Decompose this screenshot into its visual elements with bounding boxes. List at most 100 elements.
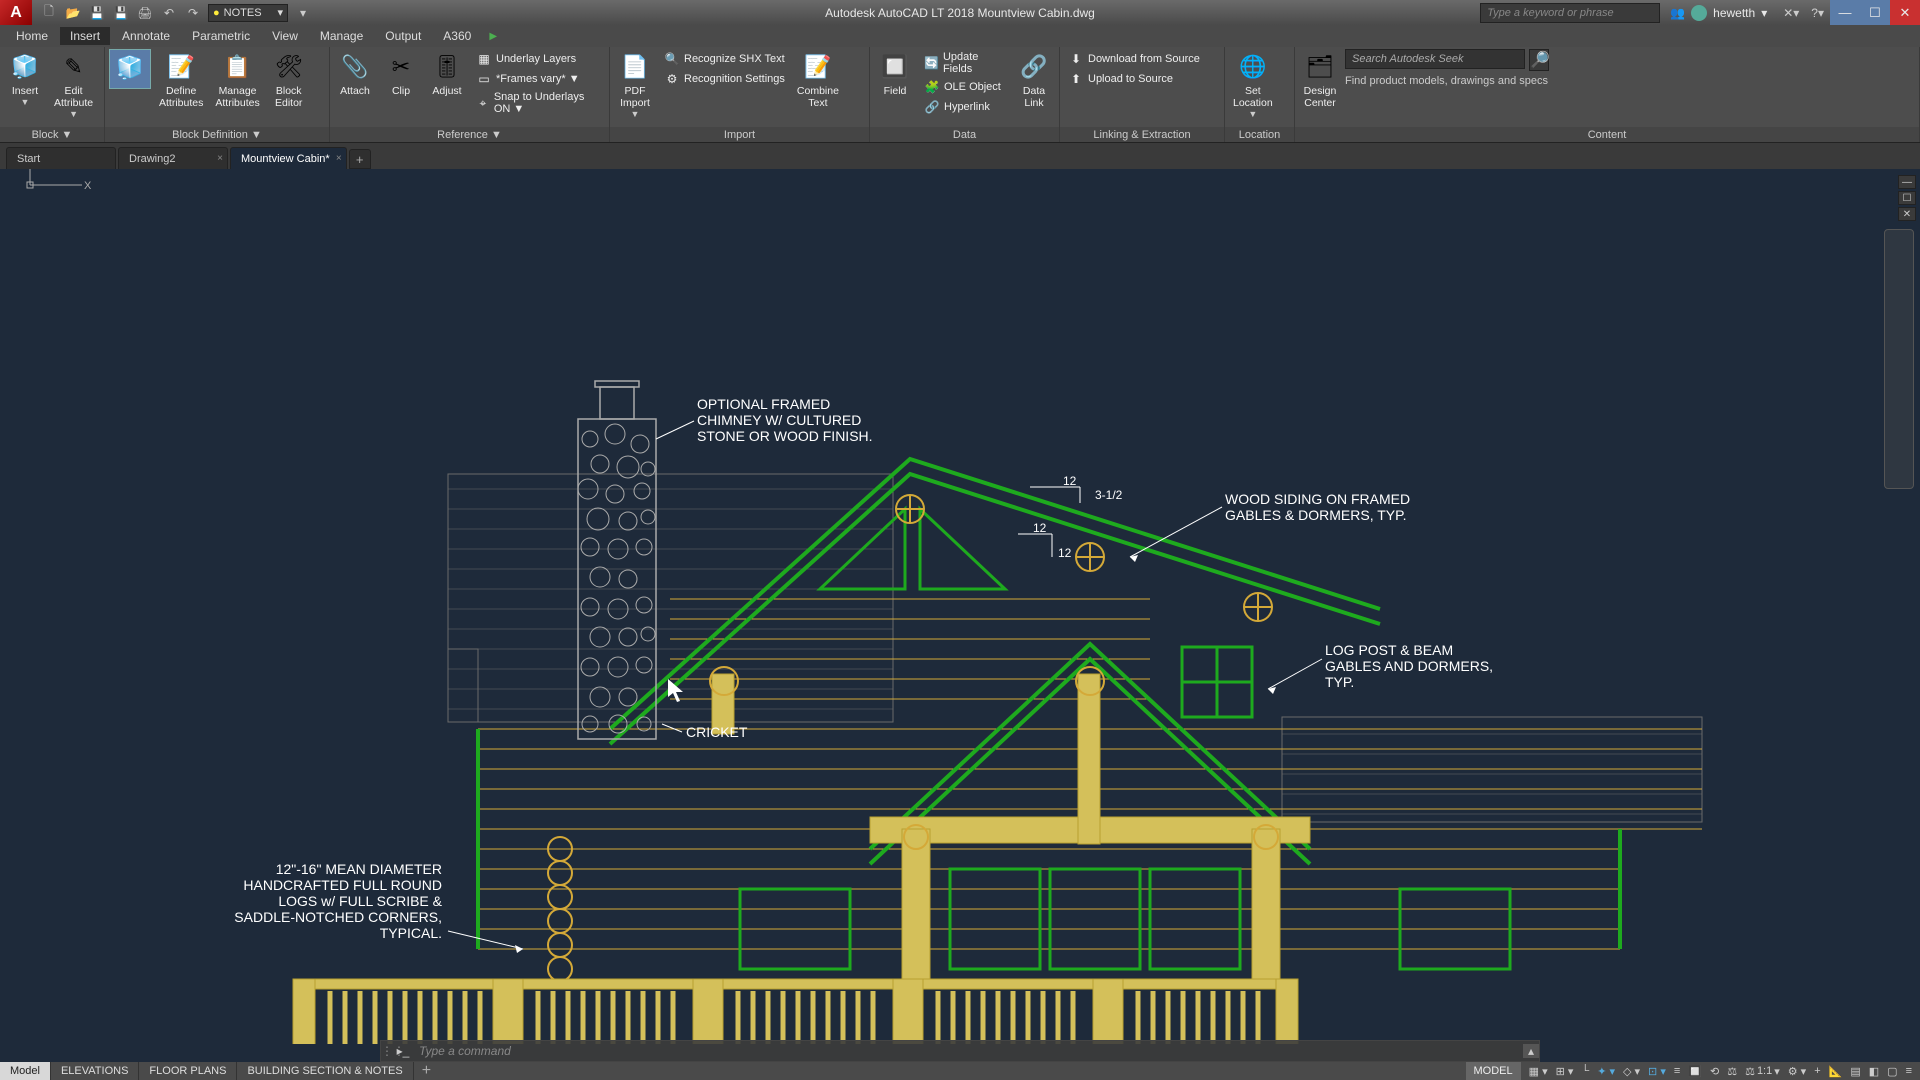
- update-fields-button[interactable]: 🔄Update Fields: [920, 49, 1009, 77]
- viewport-close-icon[interactable]: ✕: [1898, 207, 1916, 221]
- grid-icon[interactable]: ▦ ▾: [1529, 1065, 1548, 1078]
- edit-attribute-button[interactable]: ✎Edit Attribute▼: [50, 49, 97, 121]
- hyperlink-button[interactable]: 🔗Hyperlink: [920, 97, 1009, 117]
- cmd-handle-icon[interactable]: ⋮⋮: [381, 1044, 393, 1058]
- title-bar: A 🗋 📂 💾 💾 🖨 ↶ ↷ ● NOTES ▾ ▾ Autodesk Aut…: [0, 0, 1920, 25]
- avatar-icon: [1691, 5, 1707, 21]
- exchange-icon[interactable]: ✕▾: [1777, 6, 1805, 20]
- pdf-import-button[interactable]: 📄PDF Import▼: [614, 49, 656, 121]
- manage-attributes-button[interactable]: 📋Manage Attributes: [211, 49, 263, 111]
- clip-button[interactable]: ✂Clip: [380, 49, 422, 99]
- menu-parametric[interactable]: Parametric: [182, 27, 260, 45]
- plus-icon[interactable]: +: [1814, 1065, 1820, 1077]
- snap-underlays-dropdown[interactable]: ⌖Snap to Underlays ON ▼: [472, 89, 605, 117]
- upload-source-button[interactable]: ⬆Upload to Source: [1064, 69, 1204, 89]
- menu-manage[interactable]: Manage: [310, 27, 373, 45]
- menu-output[interactable]: Output: [375, 27, 431, 45]
- osnap-icon[interactable]: ⊡ ▾: [1648, 1065, 1666, 1078]
- cmd-history-icon[interactable]: ▴: [1523, 1044, 1539, 1058]
- file-tab-start[interactable]: Start: [6, 147, 116, 169]
- file-tab-mountview[interactable]: Mountview Cabin*×: [230, 147, 347, 169]
- undo-icon[interactable]: ↶: [160, 4, 178, 22]
- field-button[interactable]: 🔲Field: [874, 49, 916, 99]
- polar-icon[interactable]: ✦ ▾: [1597, 1065, 1615, 1078]
- maximize-button[interactable]: ☐: [1860, 0, 1890, 25]
- transparency-icon[interactable]: 🔲: [1688, 1065, 1702, 1078]
- new-icon[interactable]: 🗋: [40, 4, 58, 22]
- status-model-button[interactable]: MODEL: [1466, 1062, 1521, 1080]
- panel-blockdef-title[interactable]: Block Definition ▼: [105, 127, 329, 142]
- viewport-min-icon[interactable]: —: [1898, 175, 1916, 189]
- layout-tab-model[interactable]: Model: [0, 1062, 51, 1080]
- frames-dropdown[interactable]: ▭*Frames vary* ▼: [472, 69, 605, 89]
- combine-text-button[interactable]: 📝Combine Text: [793, 49, 843, 111]
- qat-more-icon[interactable]: ▾: [294, 4, 312, 22]
- scale-icon[interactable]: ⚖ 1:1 ▾: [1745, 1065, 1780, 1078]
- block-editor-button[interactable]: 🛠Block Editor: [268, 49, 310, 111]
- layout-tab-elevations[interactable]: ELEVATIONS: [51, 1062, 139, 1080]
- create-block-button[interactable]: 🧊: [109, 49, 151, 89]
- quickprops-icon[interactable]: ▤: [1850, 1065, 1860, 1078]
- isodraft-icon[interactable]: ◇ ▾: [1623, 1065, 1640, 1078]
- layer-dropdown[interactable]: ● NOTES ▾: [208, 4, 288, 22]
- ortho-icon[interactable]: └: [1581, 1065, 1589, 1077]
- menu-insert[interactable]: Insert: [60, 27, 110, 45]
- cycling-icon[interactable]: ⟲: [1710, 1065, 1719, 1078]
- set-location-button[interactable]: 🌐Set Location▼: [1229, 49, 1277, 121]
- snap-icon[interactable]: ⊞ ▾: [1556, 1065, 1574, 1078]
- isolate-icon[interactable]: ◧: [1869, 1065, 1879, 1078]
- user-menu[interactable]: 👥 hewetth ▾: [1660, 5, 1777, 21]
- plot-icon[interactable]: 🖨: [136, 4, 154, 22]
- panel-reference-title[interactable]: Reference ▼: [330, 127, 609, 142]
- adjust-button[interactable]: 🎚Adjust: [426, 49, 468, 99]
- redo-icon[interactable]: ↷: [184, 4, 202, 22]
- viewport-max-icon[interactable]: ☐: [1898, 191, 1916, 205]
- layout-tab-sections[interactable]: BUILDING SECTION & NOTES: [237, 1062, 413, 1080]
- close-tab-icon[interactable]: ×: [336, 153, 342, 164]
- hwaccel-icon[interactable]: ▢: [1887, 1065, 1897, 1078]
- help-search[interactable]: Type a keyword or phrase: [1480, 3, 1660, 23]
- menu-home[interactable]: Home: [6, 27, 58, 45]
- window-controls: — ☐ ✕: [1830, 0, 1920, 25]
- viewport-controls: — ☐ ✕: [1898, 175, 1916, 221]
- panel-block-title[interactable]: Block ▼: [0, 127, 104, 142]
- customize-icon[interactable]: ≡: [1906, 1065, 1912, 1077]
- lineweight-icon[interactable]: ≡: [1674, 1065, 1680, 1077]
- design-center-button[interactable]: 🗂Design Center: [1299, 49, 1341, 111]
- units-icon[interactable]: 📐: [1829, 1065, 1843, 1078]
- define-attributes-button[interactable]: 📝Define Attributes: [155, 49, 207, 111]
- layout-tab-floorplans[interactable]: FLOOR PLANS: [139, 1062, 237, 1080]
- new-layout-button[interactable]: +: [414, 1062, 439, 1080]
- drawing-canvas[interactable]: OPTIONAL FRAMEDCHIMNEY W/ CULTUREDSTONE …: [0, 169, 1920, 1044]
- attach-button[interactable]: 📎Attach: [334, 49, 376, 99]
- gear-icon[interactable]: ⚙ ▾: [1788, 1065, 1806, 1078]
- data-link-button[interactable]: 🔗Data Link: [1013, 49, 1055, 111]
- minimize-button[interactable]: —: [1830, 0, 1860, 25]
- open-icon[interactable]: 📂: [64, 4, 82, 22]
- saveas-icon[interactable]: 💾: [112, 4, 130, 22]
- app-logo[interactable]: A: [0, 0, 32, 25]
- recognize-shx-button[interactable]: 🔍Recognize SHX Text: [660, 49, 789, 69]
- cmd-input[interactable]: Type a command: [413, 1044, 1523, 1058]
- new-tab-button[interactable]: +: [349, 149, 371, 169]
- seek-search[interactable]: Search Autodesk Seek: [1345, 49, 1525, 69]
- file-tab-drawing2[interactable]: Drawing2×: [118, 147, 228, 169]
- annoscale-icon[interactable]: ⚖: [1727, 1065, 1737, 1078]
- close-tab-icon[interactable]: ×: [217, 153, 223, 164]
- insert-button[interactable]: 🧊Insert▼: [4, 49, 46, 109]
- help-icon[interactable]: ?▾: [1805, 6, 1830, 20]
- seek-go-icon[interactable]: 🔎: [1529, 49, 1549, 71]
- play-icon[interactable]: ▶: [489, 31, 497, 42]
- panel-content-title: Content: [1295, 127, 1919, 142]
- menu-a360[interactable]: A360: [433, 27, 481, 45]
- recognition-settings-button[interactable]: ⚙Recognition Settings: [660, 69, 789, 89]
- ole-object-button[interactable]: 🧩OLE Object: [920, 77, 1009, 97]
- download-source-button[interactable]: ⬇Download from Source: [1064, 49, 1204, 69]
- close-button[interactable]: ✕: [1890, 0, 1920, 25]
- save-icon[interactable]: 💾: [88, 4, 106, 22]
- underlay-layers-button[interactable]: ▦Underlay Layers: [472, 49, 605, 69]
- menu-annotate[interactable]: Annotate: [112, 27, 180, 45]
- menu-view[interactable]: View: [262, 27, 308, 45]
- command-line[interactable]: ⋮⋮ ▸_ Type a command ▴: [380, 1040, 1540, 1062]
- navigation-bar[interactable]: [1884, 229, 1914, 489]
